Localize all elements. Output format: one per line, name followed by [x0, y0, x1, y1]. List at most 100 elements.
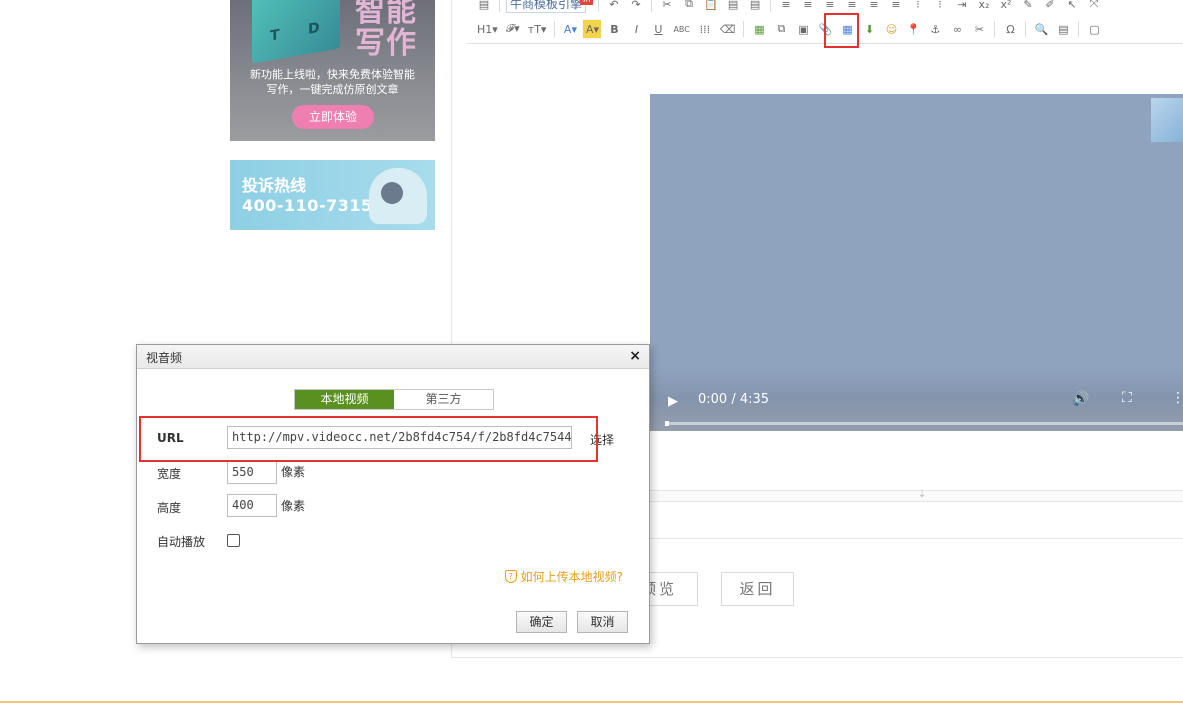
video-time: 0:00 / 4:35	[698, 392, 770, 407]
video-icon[interactable]: ▣	[794, 20, 812, 38]
ad-writing-description: 新功能上线啦，快来免费体验智能 写作，一键完成仿原创文章	[230, 67, 435, 97]
image-icon[interactable]: ▦	[750, 20, 768, 38]
preview-icon[interactable]: ▢	[1085, 20, 1103, 38]
toolbar-row-2: H1▾ 𝓕▾ ᴛT▾ A▾ A▾ B I U ABC ⁞⁞⁞ ⌫ ▦ ⧉ ▣ 📎…	[475, 19, 1103, 39]
print-icon[interactable]: ▤	[1054, 20, 1072, 38]
superscript-icon[interactable]: x²	[997, 0, 1015, 13]
undo-icon[interactable]: ↶	[605, 0, 623, 13]
upload-help-text: 如何上传本地视频?	[520, 570, 623, 584]
toolbar-separator	[994, 21, 996, 37]
unordered-list-icon[interactable]: ⁝	[931, 0, 949, 13]
toolbar-separator	[651, 0, 653, 12]
editor-resize-handle[interactable]: ⇣	[650, 489, 1183, 502]
confirm-button[interactable]: 确定	[516, 611, 567, 633]
eraser-icon[interactable]: ⌫	[718, 20, 738, 38]
cube-illustration: T D	[252, 0, 340, 64]
toolbar-separator	[743, 21, 745, 37]
indent-increase-icon[interactable]: ⇥	[953, 0, 971, 13]
shield-question-icon: ?	[504, 570, 517, 583]
page: T D 智能 写作 新功能上线啦，快来免费体验智能 写作，一键完成仿原创文章 立…	[0, 0, 1183, 707]
select-all-icon[interactable]: ↖	[1063, 0, 1081, 13]
dialog-header: 视音频 ×	[137, 345, 649, 369]
bold-icon[interactable]: B	[605, 20, 623, 38]
ad-writing-desc-line1: 新功能上线啦，快来免费体验智能	[250, 68, 415, 81]
more-options-icon[interactable]: ⋮	[1171, 390, 1183, 406]
source-icon[interactable]: ▤	[475, 0, 493, 13]
video-button-highlight	[824, 13, 859, 48]
anchor-icon[interactable]: ⚓	[926, 20, 944, 38]
strikethrough-icon[interactable]: ABC	[671, 20, 691, 38]
autoplay-checkbox[interactable]	[227, 534, 240, 547]
align-justify-icon[interactable]: ≡	[843, 0, 861, 13]
toolbar-separator	[770, 0, 772, 12]
cut-icon[interactable]: ✂	[658, 0, 676, 13]
width-input[interactable]: 550	[227, 461, 277, 484]
copy-icon[interactable]: ⧉	[680, 0, 698, 13]
ad-writing-title: 智能 写作	[355, 0, 417, 60]
volume-icon[interactable]: 🔊	[1072, 391, 1089, 407]
height-label: 高度	[157, 501, 182, 515]
close-icon[interactable]: ×	[629, 348, 641, 364]
paste-word-icon[interactable]: ▤	[746, 0, 764, 13]
video-progress-bar[interactable]	[665, 421, 1183, 426]
tab-third-party[interactable]: 第三方	[394, 390, 493, 409]
page-break-icon[interactable]: ⬇	[860, 20, 878, 38]
subscript-icon[interactable]: x₂	[975, 0, 993, 13]
indent-icon[interactable]: ≡	[865, 0, 883, 13]
highlight-color-dropdown[interactable]: A▾	[583, 20, 602, 38]
outdent-icon[interactable]: ≡	[887, 0, 905, 13]
special-char-icon[interactable]: Ω	[1001, 20, 1019, 38]
fullscreen-icon[interactable]: ⤧	[1085, 0, 1103, 13]
search-replace-icon[interactable]: 🔍	[1032, 20, 1050, 38]
underline-icon[interactable]: U	[649, 20, 667, 38]
autoplay-label: 自动播放	[157, 535, 206, 549]
new-badge: 新	[580, 0, 594, 5]
hotline-label: 投诉热线	[242, 176, 307, 195]
clear-format-icon[interactable]: ✎	[1019, 0, 1037, 13]
font-size-dropdown[interactable]: ᴛT▾	[526, 20, 549, 38]
italic-icon[interactable]: I	[627, 20, 645, 38]
play-icon[interactable]: ▶	[668, 394, 678, 409]
try-now-button[interactable]: 立即体验	[292, 105, 374, 129]
paste-text-icon[interactable]: ▤	[724, 0, 742, 13]
ad-complaint-hotline[interactable]: 投诉热线 400-110-7315	[230, 160, 435, 230]
ad-smart-writing[interactable]: T D 智能 写作 新功能上线啦，快来免费体验智能 写作，一键完成仿原创文章 立…	[230, 0, 435, 141]
upload-help-link[interactable]: ? 如何上传本地视频?	[504, 568, 623, 585]
tab-local-video[interactable]: 本地视频	[295, 390, 394, 409]
map-pin-icon[interactable]: 📍	[904, 20, 922, 38]
font-color-dropdown[interactable]: A▾	[561, 20, 579, 38]
toolbar-separator	[1025, 21, 1027, 37]
video-controls: ▶ 0:00 / 4:35 🔊 ⛶ ⋮	[650, 367, 1183, 431]
link-icon[interactable]: ∞	[948, 20, 966, 38]
template-engine-button[interactable]: 牛商模板引擎 新	[506, 0, 594, 13]
align-right-icon[interactable]: ≡	[821, 0, 839, 13]
font-family-dropdown[interactable]: 𝓕▾	[504, 20, 522, 38]
cube-letter-d: D	[308, 19, 320, 38]
cancel-button[interactable]: 取消	[577, 611, 628, 633]
redo-icon[interactable]: ↷	[627, 0, 645, 13]
footer-divider	[0, 701, 1183, 703]
unlink-icon[interactable]: ✂	[970, 20, 988, 38]
height-unit: 像素	[281, 499, 306, 513]
url-row-highlight	[139, 416, 598, 462]
video-source-tabs: 本地视频 第三方	[294, 389, 494, 410]
align-center-icon[interactable]: ≡	[799, 0, 817, 13]
emoji-icon[interactable]: ☺	[882, 20, 900, 38]
toolbar-separator	[1078, 21, 1080, 37]
back-button[interactable]: 返回	[721, 572, 794, 606]
ad-writing-title-line1: 智能	[355, 0, 417, 29]
align-left-icon[interactable]: ≡	[777, 0, 795, 13]
heading-dropdown[interactable]: H1▾	[475, 20, 500, 38]
fullscreen-icon[interactable]: ⛶	[1122, 390, 1132, 406]
paste-icon[interactable]: 📋	[702, 0, 720, 13]
quick-format-icon[interactable]: ✐	[1041, 0, 1059, 13]
cube-letter-t: T	[270, 26, 280, 45]
ad-writing-title-line2: 写作	[355, 26, 417, 61]
progress-knob[interactable]	[665, 421, 669, 426]
ad-writing-desc-line2: 写作，一键完成仿原创文章	[266, 83, 399, 96]
multi-image-icon[interactable]: ⧉	[772, 20, 790, 38]
video-player[interactable]: ▶ 0:00 / 4:35 🔊 ⛶ ⋮	[650, 94, 1183, 431]
format-painter-icon[interactable]: ⁞⁞⁞	[696, 20, 714, 38]
height-input[interactable]: 400	[227, 494, 277, 517]
ordered-list-icon[interactable]: ⁝	[909, 0, 927, 13]
